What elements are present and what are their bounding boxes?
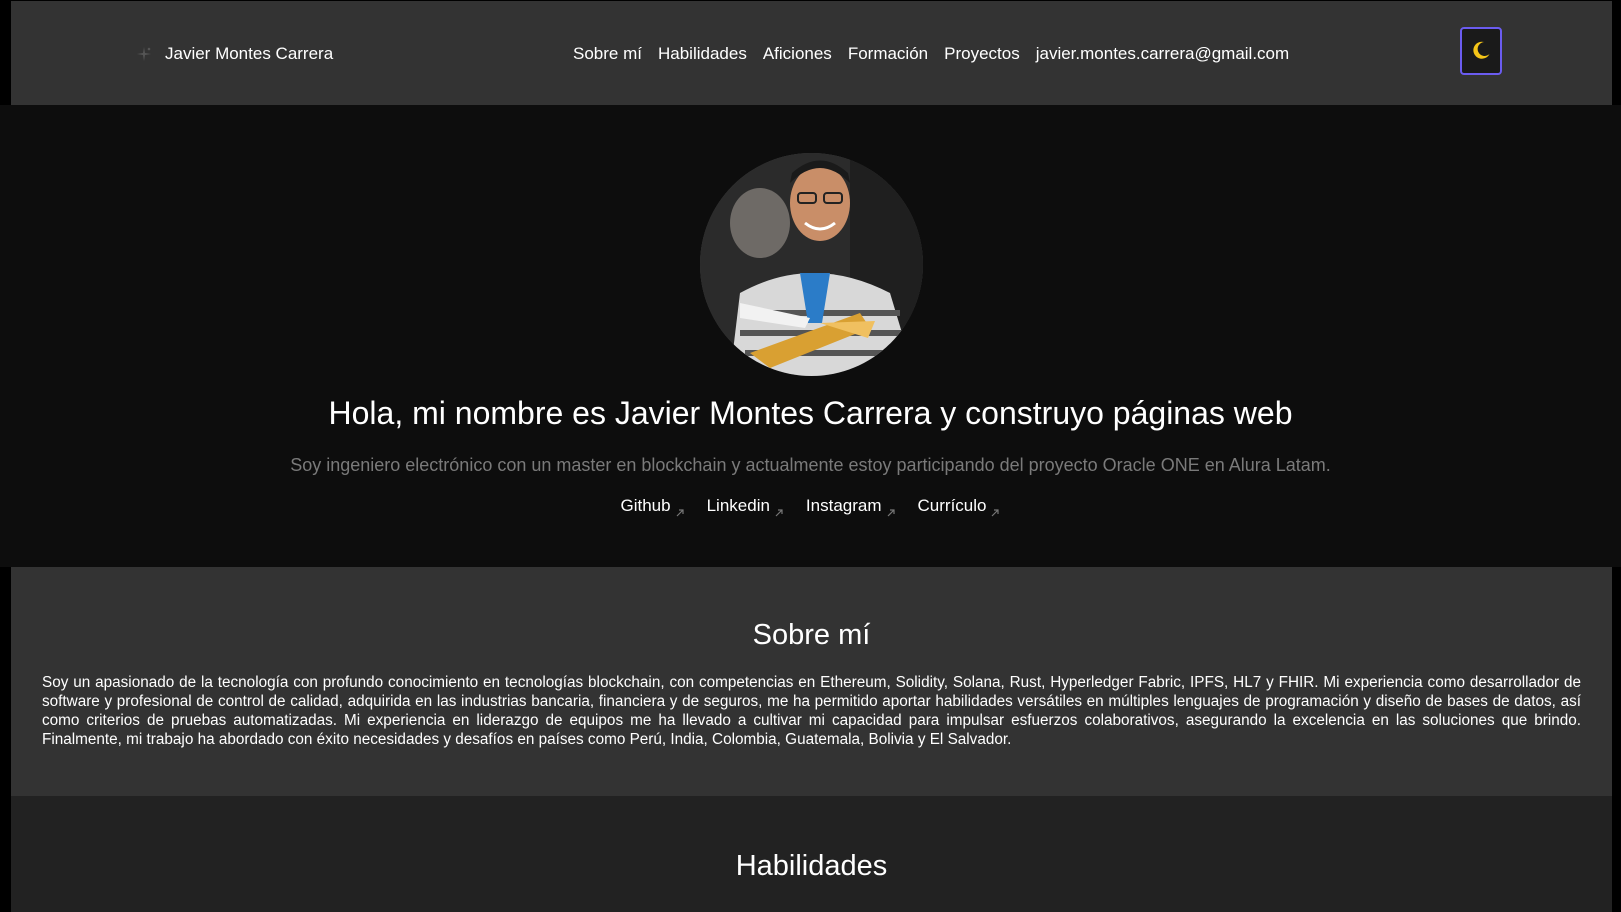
nav-link-email[interactable]: javier.montes.carrera@gmail.com: [1036, 44, 1289, 64]
external-link-icon: [675, 503, 685, 517]
profile-photo: [700, 153, 923, 376]
nav-link-sobre-mi[interactable]: Sobre mí: [573, 44, 642, 64]
main-nav: Sobre mí Habilidades Aficiones Formación…: [573, 37, 1289, 71]
linkedin-link[interactable]: Linkedin: [706, 496, 784, 517]
sparkle-icon: [135, 45, 153, 63]
social-links: Github Linkedin Instagram Currículo: [0, 496, 1621, 517]
portfolio-page: Javier Montes Carrera Sobre mí Habilidad…: [0, 0, 1621, 912]
nav-link-habilidades[interactable]: Habilidades: [658, 44, 747, 64]
instagram-link[interactable]: Instagram: [805, 496, 896, 517]
github-link-label: Github: [620, 496, 671, 515]
hero-title: Hola, mi nombre es Javier Montes Carrera…: [328, 395, 1293, 431]
navbar: Javier Montes Carrera Sobre mí Habilidad…: [11, 1, 1612, 105]
github-link[interactable]: Github: [620, 496, 685, 517]
external-link-icon: [774, 503, 784, 517]
nav-link-formacion[interactable]: Formación: [848, 44, 928, 64]
moon-icon: [1470, 39, 1492, 64]
nav-link-aficiones[interactable]: Aficiones: [763, 44, 832, 64]
brand-name: Javier Montes Carrera: [165, 44, 334, 63]
about-text: Soy un apasionado de la tecnología con p…: [42, 674, 1581, 748]
instagram-link-label: Instagram: [805, 496, 882, 515]
about-title: Sobre mí: [752, 619, 871, 651]
hero-section: Hola, mi nombre es Javier Montes Carrera…: [0, 105, 1621, 567]
skills-title: Habilidades: [735, 850, 888, 882]
nav-link-proyectos[interactable]: Proyectos: [944, 44, 1020, 64]
about-section: Sobre mí Soy un apasionado de la tecnolo…: [11, 567, 1612, 796]
curriculo-link[interactable]: Currículo: [917, 496, 1001, 517]
linkedin-link-label: Linkedin: [706, 496, 770, 515]
external-link-icon: [886, 503, 896, 517]
theme-toggle-button[interactable]: [1460, 27, 1502, 75]
skills-section: Habilidades: [11, 796, 1612, 912]
curriculo-link-label: Currículo: [917, 496, 987, 515]
external-link-icon: [990, 503, 1000, 517]
hero-subtitle: Soy ingeniero electrónico con un master …: [290, 455, 1331, 475]
brand-link[interactable]: Javier Montes Carrera: [135, 37, 333, 71]
